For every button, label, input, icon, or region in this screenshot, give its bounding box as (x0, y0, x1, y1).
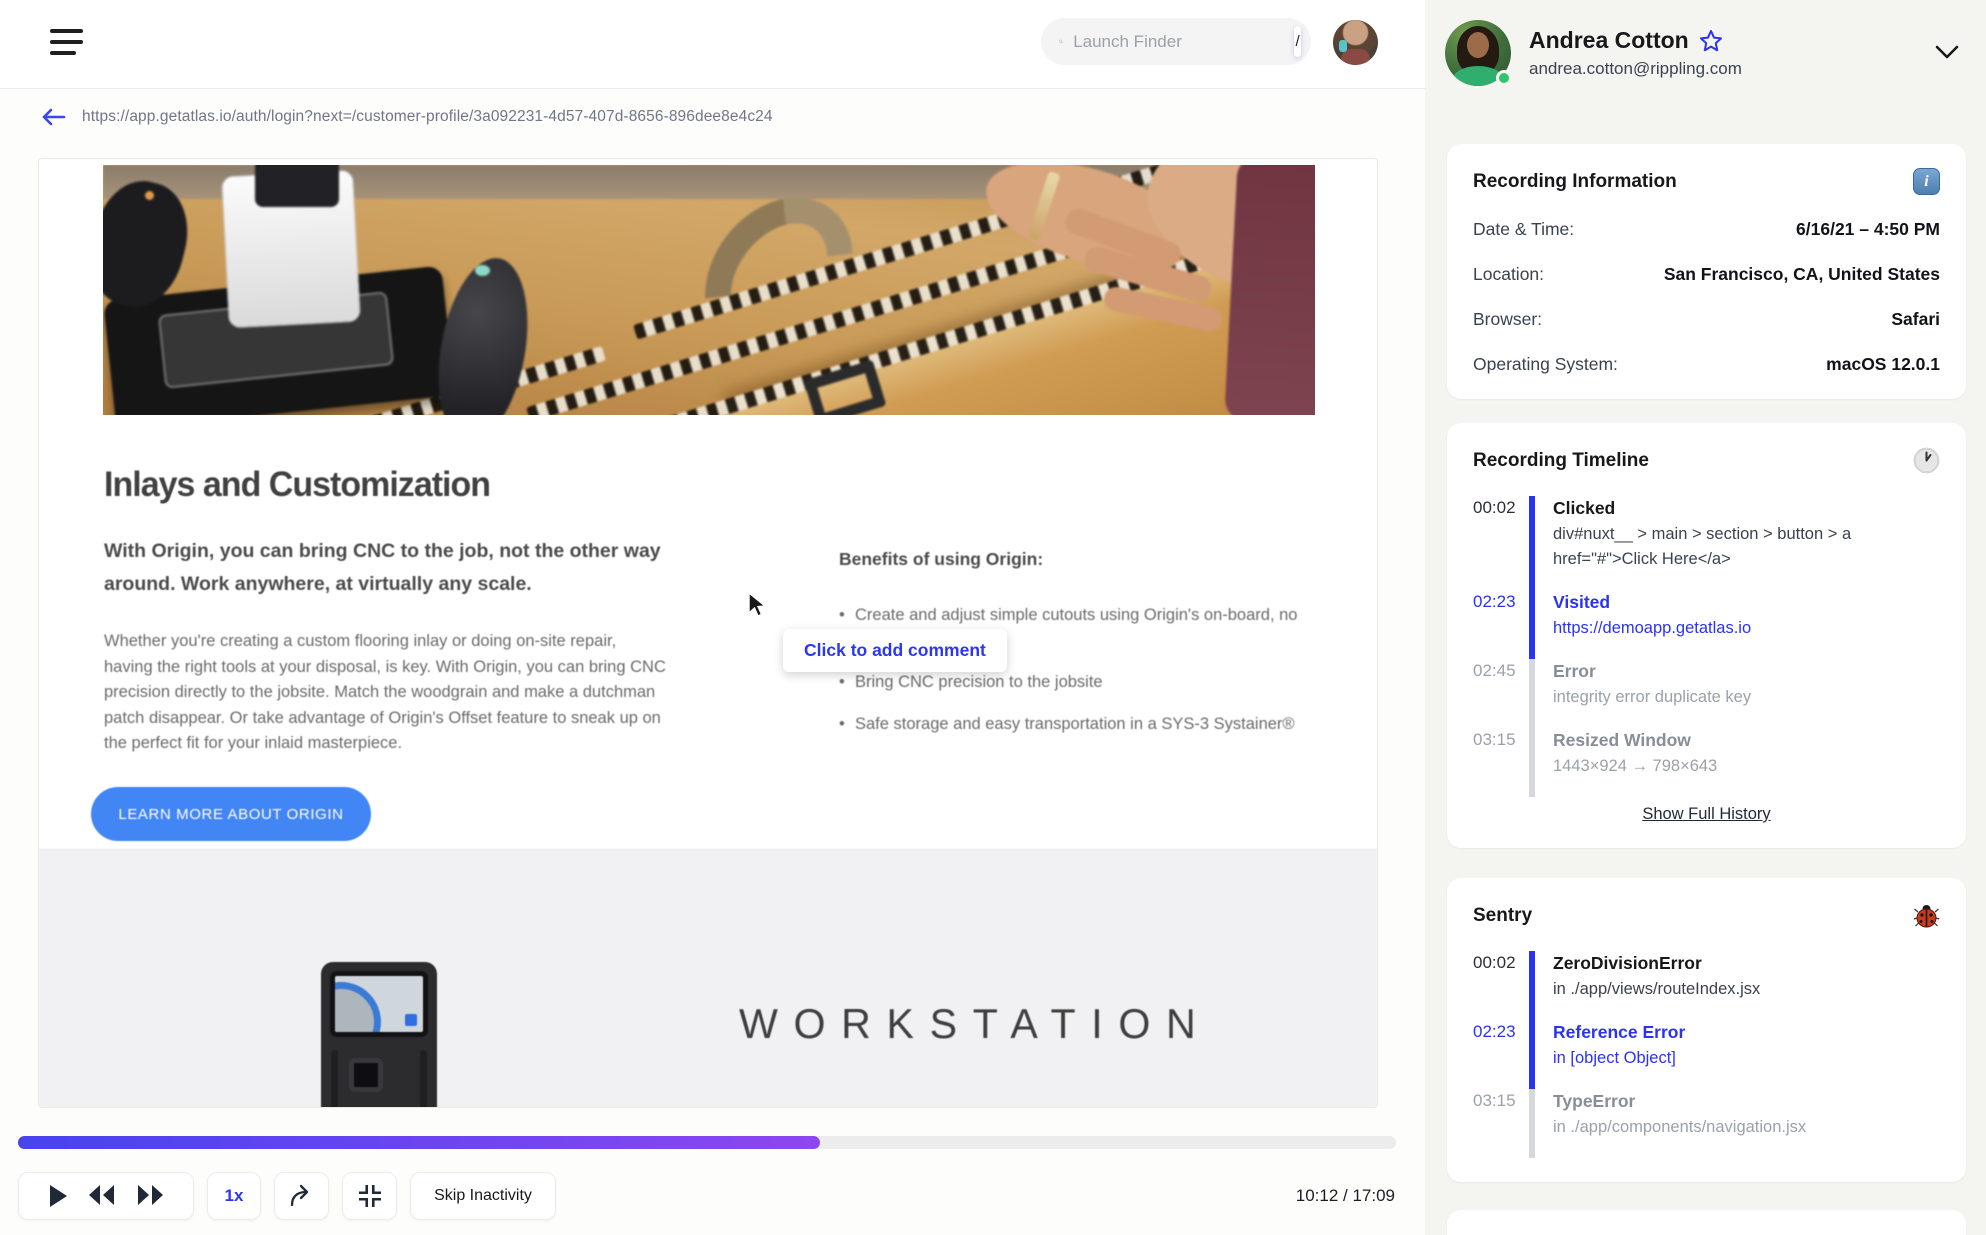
time-display: 10:12 / 17:09 (1295, 1186, 1395, 1205)
keyboard-shortcut-badge: / (1294, 26, 1301, 57)
benefits-list: Create and adjust simple cutouts using O… (839, 603, 1329, 754)
search-bar[interactable]: / (1041, 18, 1311, 65)
skip-inactivity-button[interactable]: Skip Inactivity (410, 1172, 556, 1220)
recording-information-card: Recording Information i Date & Time: 6/1… (1447, 144, 1966, 399)
timeline-event-list: 00:02 Clicked div#nuxt__ > main > sectio… (1473, 496, 1940, 797)
user-avatar-topbar[interactable] (1333, 20, 1378, 65)
online-status-dot (1496, 70, 1512, 86)
timeline-event[interactable]: 00:02 Clicked div#nuxt__ > main > sectio… (1473, 496, 1940, 590)
user-email: andrea.cotton@rippling.com (1529, 59, 1742, 78)
benefit-item: Safe storage and easy transportation in … (839, 712, 1329, 737)
rewind-icon (89, 1185, 114, 1205)
console-card: Console (1447, 1210, 1966, 1235)
search-input[interactable] (1073, 31, 1295, 52)
page-footer-section: WORKSTATION (39, 849, 1377, 1107)
sentry-event[interactable]: 03:15 TypeError in ./app/components/navi… (1473, 1089, 1940, 1158)
sentry-event-list: 00:02 ZeroDivisionError in ./app/views/r… (1473, 951, 1940, 1158)
transport-controls (18, 1172, 194, 1220)
learn-more-button: LEARN MORE ABOUT ORIGIN (91, 787, 371, 841)
details-sidebar: Andrea Cotton andrea.cotton@rippling.com… (1425, 0, 1986, 1235)
mouse-cursor (748, 591, 767, 617)
fast-forward-icon (138, 1185, 163, 1205)
user-name: Andrea Cotton (1529, 27, 1689, 53)
page-heading: Inlays and Customization (104, 465, 491, 504)
sentry-title: Sentry (1473, 904, 1533, 926)
timeline-event[interactable]: 02:23 Visited https://demoapp.getatlas.i… (1473, 590, 1940, 659)
info-row: Location: San Francisco, CA, United Stat… (1473, 264, 1940, 284)
add-comment-tooltip[interactable]: Click to add comment (783, 629, 1007, 672)
user-avatar (1445, 20, 1512, 86)
share-arrow-icon (290, 1184, 308, 1207)
recording-timeline-card: Recording Timeline 00:02 Clicked div#nux… (1447, 423, 1966, 848)
replay-viewport: Inlays and Customization With Origin, yo… (38, 158, 1378, 1108)
collapse-button[interactable] (342, 1172, 397, 1220)
back-button[interactable] (40, 106, 66, 128)
page-paragraph: Whether you're creating a custom floorin… (104, 632, 666, 752)
benefit-item: Bring CNC precision to the jobsite (839, 670, 1329, 695)
benefits-title: Benefits of using Origin: (839, 549, 1044, 569)
share-button[interactable] (274, 1172, 329, 1220)
timeline-event[interactable]: 02:45 Error integrity error duplicate ke… (1473, 659, 1940, 728)
show-full-history-link[interactable]: Show Full History (1642, 805, 1770, 823)
ladybug-icon (1913, 905, 1940, 928)
info-icon: i (1913, 168, 1940, 195)
page-subheading: With Origin, you can bring CNC to the jo… (104, 540, 661, 595)
chevron-down-icon (1935, 45, 1959, 58)
menu-icon (50, 28, 83, 33)
origin-device-art (321, 962, 437, 1107)
info-row: Date & Time: 6/16/21 – 4:50 PM (1473, 219, 1940, 239)
fast-forward-button[interactable] (135, 1183, 165, 1209)
player-panel: / https://app.getatlas.io/auth/login?nex… (0, 0, 1425, 1235)
info-row: Browser: Safari (1473, 309, 1940, 329)
favorite-star-icon[interactable] (1699, 29, 1723, 52)
top-bar: / (0, 0, 1425, 89)
sentry-event[interactable]: 00:02 ZeroDivisionError in ./app/views/r… (1473, 951, 1940, 1020)
recording-timeline-title: Recording Timeline (1473, 449, 1649, 471)
search-icon (1059, 39, 1063, 44)
sentry-card: Sentry 00:02 ZeroDivisionError in ./app/… (1447, 878, 1966, 1182)
sentry-event[interactable]: 02:23 Reference Error in [object Object] (1473, 1020, 1940, 1089)
info-row: Operating System: macOS 12.0.1 (1473, 354, 1940, 374)
session-replay-app: / https://app.getatlas.io/auth/login?nex… (0, 0, 1986, 1235)
clock-icon (1913, 447, 1940, 474)
workstation-logo: WORKSTATION (739, 1000, 1212, 1047)
collapse-icon (358, 1184, 381, 1208)
timeline-event[interactable]: 03:15 Resized Window 1443×924 → 798×643 (1473, 728, 1940, 797)
url-bar: https://app.getatlas.io/auth/login?next=… (40, 106, 773, 128)
recording-url: https://app.getatlas.io/auth/login?next=… (82, 108, 773, 125)
collapse-sidebar-button[interactable] (1934, 44, 1960, 63)
rewind-button[interactable] (87, 1183, 117, 1209)
play-icon (50, 1185, 67, 1207)
recording-information-title: Recording Information (1473, 170, 1677, 192)
progress-bar[interactable] (18, 1136, 1396, 1149)
playback-speed-button[interactable]: 1x (207, 1172, 261, 1220)
user-header: Andrea Cotton andrea.cotton@rippling.com (1445, 14, 1960, 92)
back-arrow-icon (42, 108, 66, 126)
replayed-webpage: Inlays and Customization With Origin, yo… (39, 159, 1377, 1107)
progress-fill (18, 1136, 820, 1149)
player-controls: 1x Skip Inactivity (18, 1172, 556, 1220)
play-button[interactable] (47, 1183, 69, 1209)
menu-button[interactable] (50, 28, 84, 62)
